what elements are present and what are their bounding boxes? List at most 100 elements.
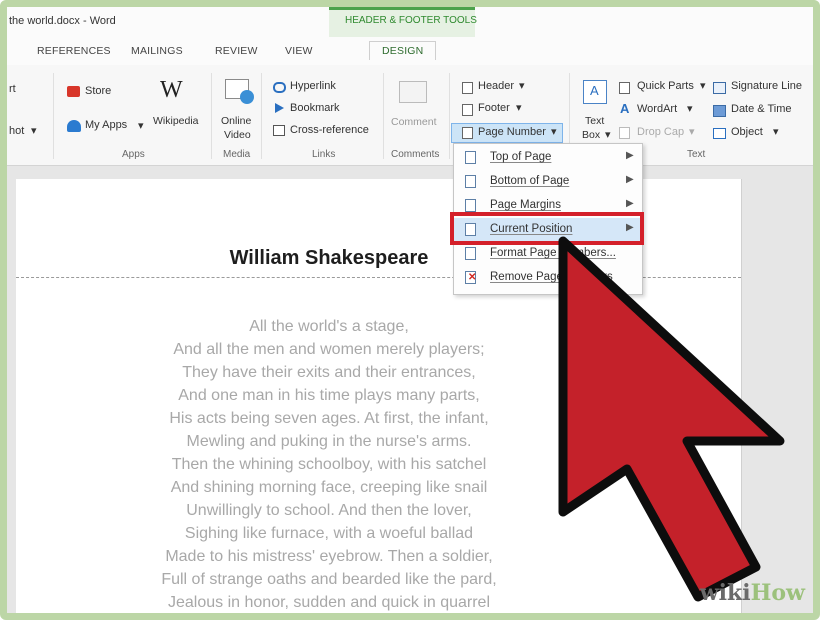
- drop-cap-button[interactable]: Drop Cap: [637, 126, 684, 138]
- poem-line: His acts being seven ages. At first, the…: [169, 410, 489, 427]
- tab-view[interactable]: VIEW: [285, 45, 313, 57]
- online-video-label-2[interactable]: Video: [224, 129, 251, 141]
- hyperlink-icon: [273, 82, 286, 93]
- text-box-label-1[interactable]: Text: [585, 115, 604, 127]
- menu-item-label: Page Margins: [490, 199, 561, 211]
- store-icon: [67, 86, 80, 97]
- online-video-icon: [225, 79, 254, 104]
- comment-button[interactable]: Comment: [391, 116, 437, 128]
- group-label-links: Links: [312, 149, 336, 160]
- signature-line-button[interactable]: Signature Line: [731, 80, 802, 92]
- annotation-highlight-box: [450, 212, 644, 245]
- hyperlink-button[interactable]: Hyperlink: [290, 80, 336, 92]
- menu-item-format-page-numbers[interactable]: Format Page Numbers...: [454, 242, 642, 266]
- group-label-apps: Apps: [122, 149, 145, 160]
- date-time-button[interactable]: Date & Time: [731, 103, 792, 115]
- tab-references[interactable]: REFERENCES: [37, 45, 111, 57]
- page-number-label: Page Number: [478, 126, 546, 138]
- footer-icon: [462, 104, 473, 116]
- menu-item-remove-page-numbers[interactable]: Remove Page Numbers: [454, 266, 642, 290]
- wikihow-watermark: wikiHow: [699, 580, 805, 606]
- chevron-down-icon: ▾: [138, 120, 144, 132]
- chevron-down-icon: ▾: [551, 126, 557, 138]
- poem-line: Full of strange oaths and bearded like t…: [161, 571, 497, 588]
- format-page-numbers-icon: [465, 247, 476, 260]
- header-button[interactable]: Header: [478, 80, 514, 92]
- poem-line: Made to his mistress' eyebrow. Then a so…: [165, 548, 493, 565]
- footer-button[interactable]: Footer: [478, 102, 510, 114]
- group-label-media: Media: [223, 149, 251, 160]
- poem-body: All the world's a stage, And all the men…: [16, 315, 642, 613]
- chevron-down-icon: ▾: [773, 126, 779, 138]
- poem-line: Then the whining schoolboy, with his sat…: [171, 456, 487, 473]
- cross-reference-button[interactable]: Cross-reference: [290, 124, 369, 136]
- ribbon-tabs: REFERENCES MAILINGS REVIEW VIEW DESIGN: [7, 37, 813, 66]
- header-icon: [462, 82, 473, 94]
- store-button[interactable]: Store: [85, 85, 111, 97]
- screenshot-frame: the world.docx - Word HEADER & FOOTER TO…: [0, 0, 820, 620]
- chevron-down-icon: ▾: [519, 80, 525, 92]
- online-video-label-1[interactable]: Online: [221, 115, 251, 127]
- chevron-right-icon: ▶: [626, 198, 634, 209]
- partial-button-top[interactable]: rt: [9, 83, 16, 95]
- poem-line: All the world's a stage,: [249, 318, 409, 335]
- quick-parts-button[interactable]: Quick Parts: [637, 80, 694, 92]
- tab-design[interactable]: DESIGN: [369, 41, 437, 60]
- chevron-down-icon: ▾: [31, 125, 37, 137]
- chevron-down-icon: ▾: [516, 102, 522, 114]
- object-icon: [713, 128, 726, 139]
- group-label-comments: Comments: [391, 149, 440, 160]
- page-number-icon: [462, 127, 473, 139]
- wordart-icon: A: [620, 101, 630, 116]
- page-margins-icon: [465, 199, 476, 212]
- bottom-of-page-icon: [465, 175, 476, 188]
- group-separator: [53, 73, 54, 159]
- poem-line: And shining morning face, creeping like …: [170, 479, 488, 496]
- group-separator: [211, 73, 212, 159]
- menu-item-label: Top of Page: [490, 151, 552, 163]
- my-apps-button[interactable]: My Apps: [85, 119, 127, 131]
- poem-line: And one man in his time plays many parts…: [178, 387, 480, 404]
- poem-line: They have their exits and their entrance…: [182, 364, 476, 381]
- group-separator: [261, 73, 262, 159]
- poem-line: Jealous in honor, sudden and quick in qu…: [168, 594, 490, 611]
- object-button[interactable]: Object: [731, 126, 763, 138]
- chevron-down-icon: ▾: [815, 80, 820, 92]
- text-box-icon: [583, 80, 607, 104]
- poem-line: And all the men and women merely players…: [173, 341, 485, 358]
- bookmark-icon: [275, 103, 284, 113]
- poem-line: Mewling and puking in the nurse's arms.: [186, 433, 472, 450]
- menu-item-label: Remove Page Numbers: [490, 271, 613, 283]
- bookmark-button[interactable]: Bookmark: [290, 102, 340, 114]
- poem-line: Unwillingly to school. And then the love…: [186, 502, 472, 519]
- chevron-down-icon: ▾: [687, 103, 693, 115]
- partial-button-screenshot[interactable]: hot: [9, 125, 24, 137]
- remove-icon: [465, 271, 476, 284]
- chevron-right-icon: ▶: [626, 150, 634, 161]
- group-separator: [383, 73, 384, 159]
- menu-item-bottom-of-page[interactable]: Bottom of Page ▶: [454, 170, 642, 194]
- menu-item-label: Bottom of Page: [490, 175, 570, 187]
- menu-item-label: Format Page Numbers...: [490, 247, 616, 259]
- signature-line-icon: [713, 82, 726, 94]
- chevron-right-icon: ▶: [626, 174, 634, 185]
- cross-reference-icon: [273, 125, 285, 136]
- tab-review[interactable]: REVIEW: [215, 45, 258, 57]
- my-apps-icon: [67, 120, 81, 132]
- text-box-label-2[interactable]: Box: [582, 129, 600, 141]
- chevron-down-icon: ▾: [605, 129, 611, 141]
- tab-mailings[interactable]: MAILINGS: [131, 45, 183, 57]
- chevron-down-icon: ▾: [689, 126, 695, 138]
- top-of-page-icon: [465, 151, 476, 164]
- menu-item-top-of-page[interactable]: Top of Page ▶: [454, 146, 642, 170]
- wordart-button[interactable]: WordArt: [637, 103, 677, 115]
- chevron-down-icon: ▾: [700, 80, 706, 92]
- group-separator: [449, 73, 450, 159]
- drop-cap-icon: [619, 127, 630, 139]
- quick-parts-icon: [619, 82, 630, 94]
- date-time-icon: [713, 105, 726, 117]
- wikipedia-button[interactable]: Wikipedia: [153, 115, 199, 127]
- comment-icon: [399, 81, 427, 103]
- document-area: William Shakespeare All the world's a st…: [7, 166, 813, 613]
- header-footer-tools-label: HEADER & FOOTER TOOLS: [345, 15, 477, 26]
